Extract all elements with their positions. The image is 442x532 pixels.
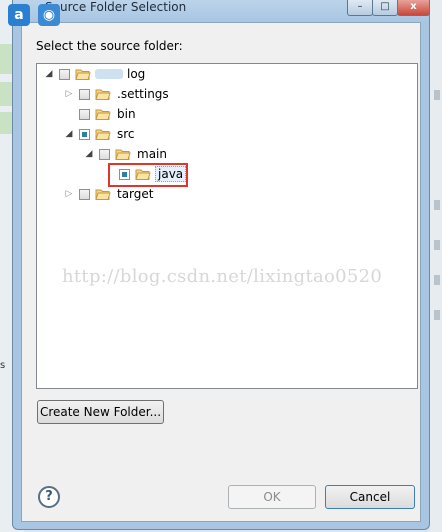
checkbox[interactable]: [99, 148, 110, 160]
tree-item-target[interactable]: ▷ target: [63, 185, 156, 203]
folder-icon: [115, 149, 131, 160]
tree-item-bin[interactable]: bin: [63, 105, 138, 123]
tree-item-label: main: [137, 147, 167, 161]
expanded-arrow-icon[interactable]: ◢: [43, 69, 55, 79]
folder-icon: [95, 189, 111, 200]
eye-icon[interactable]: ◉: [38, 4, 60, 26]
collapsed-arrow-icon[interactable]: ▷: [63, 89, 75, 99]
tree-item-label: bin: [117, 107, 136, 121]
prompt-label: Select the source folder:: [36, 39, 183, 53]
checkbox[interactable]: [59, 68, 70, 80]
folder-icon: [95, 89, 111, 100]
title-bar[interactable]: Source Folder Selection – □ x: [13, 0, 430, 22]
expanded-arrow-icon[interactable]: ◢: [63, 129, 75, 139]
red-highlight-box: [108, 163, 188, 187]
tree-item-log[interactable]: ◢ log: [43, 65, 147, 83]
tree-item-label: target: [117, 187, 154, 201]
cancel-button[interactable]: Cancel: [325, 485, 415, 509]
tree-item-label: src: [117, 127, 135, 141]
tree-item-label: log: [127, 67, 146, 81]
checkbox[interactable]: [79, 108, 90, 120]
dialog-content: Select the source folder: ◢ log ▷ .setti…: [21, 22, 421, 522]
folder-icon: [95, 129, 111, 140]
checkbox[interactable]: [79, 188, 90, 200]
redacted-text: [95, 69, 123, 79]
tree-item-src[interactable]: ◢ src: [63, 125, 137, 143]
tree-item-settings[interactable]: ▷ .settings: [63, 85, 171, 103]
folder-tree[interactable]: ◢ log ▷ .settings bin ◢ src ◢ main java …: [36, 63, 418, 389]
close-button[interactable]: x: [397, 0, 430, 16]
maximize-button[interactable]: □: [372, 0, 398, 16]
dialog-title: Source Folder Selection: [45, 0, 187, 14]
checkbox[interactable]: [79, 88, 90, 100]
help-icon[interactable]: ?: [38, 486, 60, 508]
background-text: s: [0, 360, 6, 371]
create-new-folder-button[interactable]: Create New Folder...: [37, 400, 164, 424]
ok-button[interactable]: OK: [228, 485, 316, 509]
tree-item-label: .settings: [117, 87, 169, 101]
app-a-icon[interactable]: a: [8, 4, 30, 26]
folder-open-icon: [75, 69, 91, 80]
collapsed-arrow-icon[interactable]: ▷: [63, 189, 75, 199]
tree-item-main[interactable]: ◢ main: [83, 145, 169, 163]
minimize-button[interactable]: –: [347, 0, 373, 16]
folder-icon: [95, 109, 111, 120]
expanded-arrow-icon[interactable]: ◢: [83, 149, 95, 159]
checkbox[interactable]: [79, 128, 90, 140]
background-app-right: [430, 0, 442, 532]
source-folder-dialog: Source Folder Selection – □ x Select the…: [12, 0, 430, 530]
